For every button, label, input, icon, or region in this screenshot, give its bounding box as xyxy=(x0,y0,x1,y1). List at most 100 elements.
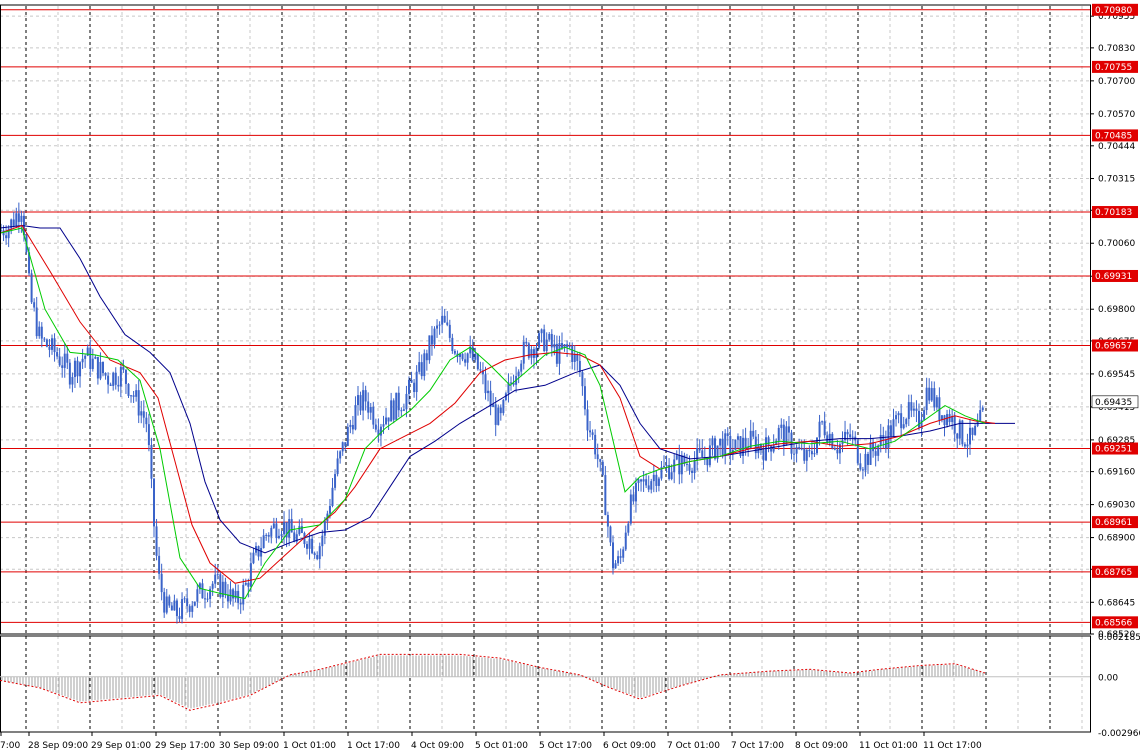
candle xyxy=(617,550,620,567)
candle-body xyxy=(833,448,836,450)
candle xyxy=(232,587,235,607)
candle-body xyxy=(341,442,344,452)
candle-body xyxy=(627,523,630,533)
candle-body xyxy=(670,472,673,479)
candle-body xyxy=(762,450,765,461)
candle xyxy=(341,441,344,456)
candle xyxy=(204,590,206,609)
candle-body xyxy=(538,333,541,348)
candle-body xyxy=(525,341,528,344)
candle xyxy=(132,390,135,403)
candle xyxy=(379,423,382,447)
time-label: 6 Oct 09:00 xyxy=(603,741,656,751)
candle-body xyxy=(58,356,61,366)
candles xyxy=(0,202,984,624)
candle-body xyxy=(30,273,33,303)
candle-body xyxy=(183,598,186,600)
candle xyxy=(430,325,433,356)
candle-body xyxy=(606,514,609,527)
candle xyxy=(191,601,194,618)
candle-body xyxy=(979,410,982,422)
candle xyxy=(155,518,158,561)
candle xyxy=(178,607,181,623)
level-label: 0.69251 xyxy=(1095,445,1132,455)
candle xyxy=(647,475,650,493)
candle-body xyxy=(242,584,245,605)
time-label: 1 Oct 17:00 xyxy=(347,741,400,751)
candle-body xyxy=(73,360,76,378)
candle xyxy=(446,311,449,327)
candle-body xyxy=(726,433,729,436)
candle xyxy=(415,365,418,401)
candle xyxy=(856,439,859,466)
candle xyxy=(698,439,701,454)
candle xyxy=(51,334,53,355)
candle-body xyxy=(928,387,931,401)
candle-body xyxy=(63,353,66,368)
candle xyxy=(642,470,645,492)
candle-body xyxy=(502,400,505,414)
candle xyxy=(428,335,431,364)
candle xyxy=(40,322,43,348)
candle xyxy=(675,450,678,461)
candle-body xyxy=(851,436,854,438)
candle-body xyxy=(311,538,314,554)
candle-body xyxy=(33,302,36,308)
candle-body xyxy=(346,426,349,446)
candle xyxy=(448,319,451,343)
candle-body xyxy=(196,589,199,602)
candle-body xyxy=(339,451,342,459)
candle xyxy=(951,408,954,430)
candle-body xyxy=(313,553,316,556)
candle-body xyxy=(859,463,862,470)
candle xyxy=(663,455,665,468)
candle xyxy=(912,402,915,417)
candle-body xyxy=(216,574,219,576)
candle-body xyxy=(66,353,69,363)
level-label: 0.68566 xyxy=(1095,618,1132,628)
candle-body xyxy=(400,410,403,412)
current-price-label: 0.69435 xyxy=(1095,398,1132,408)
candle-body xyxy=(68,362,71,385)
candle-body xyxy=(902,424,905,429)
candle-body xyxy=(974,425,977,435)
candle-body xyxy=(244,582,247,585)
candle xyxy=(112,371,115,391)
candle-body xyxy=(247,582,250,587)
candle-body xyxy=(805,449,808,461)
candle-body xyxy=(214,574,217,584)
candle xyxy=(793,443,796,462)
candle-body xyxy=(780,424,783,428)
candle xyxy=(158,546,161,580)
candle-body xyxy=(158,555,161,574)
price-tick-label: 0.70315 xyxy=(1098,175,1135,185)
candle-body xyxy=(782,424,785,446)
candle-body xyxy=(645,479,648,486)
candle xyxy=(476,353,479,371)
candle xyxy=(757,434,760,459)
candle xyxy=(464,352,467,367)
candle xyxy=(629,489,632,526)
candle xyxy=(869,434,872,465)
candle-body xyxy=(650,481,653,490)
candle-body xyxy=(680,455,683,475)
price-tick-label: 0.68645 xyxy=(1098,598,1135,608)
candle-body xyxy=(402,409,405,411)
candle-body xyxy=(652,474,655,482)
candle-body xyxy=(874,451,877,456)
candle xyxy=(137,379,140,424)
candle-body xyxy=(907,402,910,420)
candle xyxy=(915,400,918,423)
candle xyxy=(612,535,614,575)
candle-body xyxy=(104,372,107,376)
candle xyxy=(150,437,153,489)
candle xyxy=(71,372,74,393)
candle-body xyxy=(578,360,581,373)
candle xyxy=(196,584,199,608)
time-label: 28 Sep 09:00 xyxy=(28,741,88,751)
candle xyxy=(357,385,359,416)
candle xyxy=(716,445,719,463)
candle-body xyxy=(344,442,347,446)
candle-body xyxy=(252,552,255,564)
time-label: 1 Oct 01:00 xyxy=(283,741,336,751)
